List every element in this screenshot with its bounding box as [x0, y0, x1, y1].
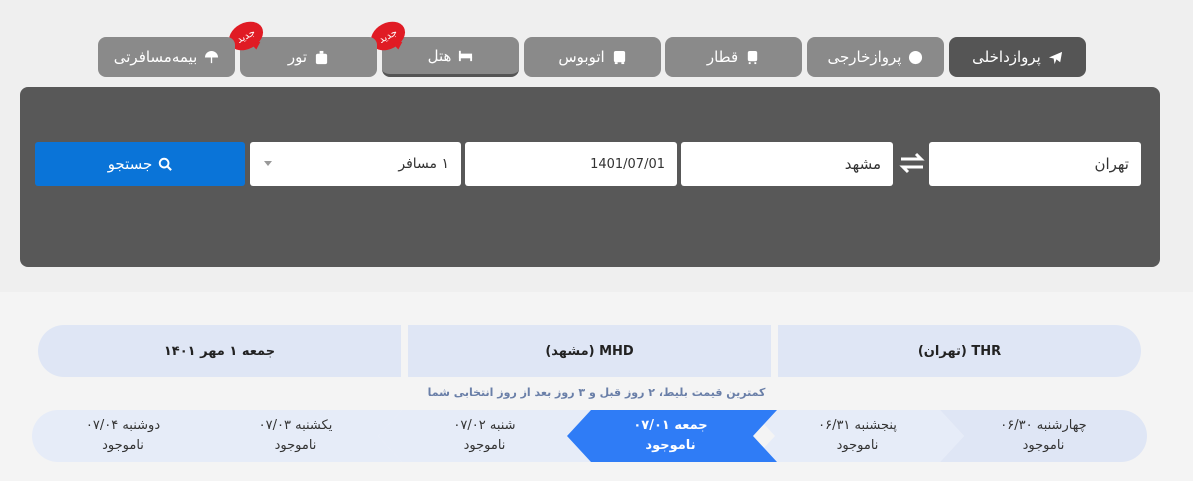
tab-label: اتوبوس [558, 48, 605, 66]
train-icon [747, 50, 758, 64]
price-note: کمترین قیمت بلیط، ۲ روز قبل و ۳ روز بعد … [427, 386, 766, 399]
destination-value: مشهد [844, 155, 881, 173]
day-label: پنجشنبه ۰۶/۳۱ [818, 418, 897, 433]
airplane-icon [1048, 51, 1062, 64]
day-item[interactable]: شنبه ۰۷/۰۲ ناموجود [378, 410, 591, 462]
day-status: ناموجود [274, 438, 317, 453]
route-origin-text: THR (تهران) [917, 343, 1002, 359]
date-value: 1401/07/01 [590, 156, 665, 172]
day-item-selected[interactable]: جمعه ۰۷/۰۱ ناموجود [564, 410, 777, 462]
tab-domestic-flight[interactable]: پروازداخلی [949, 37, 1086, 77]
tab-label: پروازخارجی [827, 48, 902, 66]
tab-label: بیمه‌مسافرتی [113, 48, 198, 66]
tab-label: تور [287, 48, 308, 66]
origin-value: تهران [1094, 155, 1129, 173]
day-status: ناموجود [1022, 438, 1065, 453]
tab-bus[interactable]: اتوبوس [524, 37, 661, 77]
day-status: ناموجود [102, 438, 144, 453]
bed-icon [459, 50, 473, 62]
day-item[interactable]: یکشنبه ۰۷/۰۳ ناموجود [189, 410, 402, 462]
day-status: ناموجود [645, 438, 696, 453]
tab-train[interactable]: قطار [665, 37, 802, 77]
search-button-label: جستجو [107, 155, 153, 173]
route-date: جمعه ۱ مهر ۱۴۰۱ [38, 325, 401, 377]
tab-hotel[interactable]: هتل جدید [366, 16, 519, 77]
tab-label: قطار [706, 48, 739, 66]
destination-field[interactable]: مشهد [681, 142, 893, 186]
passengers-value: ۱ مسافر [398, 156, 449, 172]
chevron-down-icon [264, 161, 272, 166]
day-item[interactable]: چهارشنبه ۰۶/۳۰ ناموجود [940, 410, 1147, 462]
day-label: یکشنبه ۰۷/۰۳ [258, 418, 333, 433]
search-icon [159, 157, 173, 171]
swap-icon[interactable] [897, 148, 927, 178]
day-status: ناموجود [836, 438, 879, 453]
tab-travel-insurance[interactable]: بیمه‌مسافرتی [98, 37, 235, 77]
day-status: ناموجود [463, 438, 506, 453]
bus-icon [613, 50, 625, 64]
tab-international-flight[interactable]: پروازخارجی [807, 37, 944, 77]
route-origin: THR (تهران) [778, 325, 1141, 377]
day-label: شنبه ۰۷/۰۲ [453, 418, 516, 433]
origin-field[interactable]: تهران [929, 142, 1141, 186]
date-field[interactable]: 1401/07/01 [465, 142, 677, 186]
suitcase-icon [315, 50, 328, 64]
day-item[interactable]: پنجشنبه ۰۶/۳۱ ناموجود [751, 410, 964, 462]
passengers-select[interactable]: ۱ مسافر [250, 142, 461, 186]
tab-tour[interactable]: تور جدید [224, 16, 377, 77]
globe-icon [909, 50, 923, 64]
route-date-text: جمعه ۱ مهر ۱۴۰۱ [163, 343, 276, 359]
day-item[interactable]: دوشنبه ۰۷/۰۴ ناموجود [32, 410, 214, 462]
tab-label: پروازداخلی [972, 48, 1041, 66]
day-label: جمعه ۰۷/۰۱ [633, 418, 708, 433]
route-destination-text: MHD (مشهد) [545, 343, 634, 359]
route-destination: MHD (مشهد) [408, 325, 771, 377]
tab-label: هتل [427, 46, 452, 65]
search-button[interactable]: جستجو [35, 142, 245, 186]
day-label: دوشنبه ۰۷/۰۴ [85, 418, 161, 433]
umbrella-icon [205, 50, 219, 63]
day-label: چهارشنبه ۰۶/۳۰ [1000, 418, 1087, 433]
